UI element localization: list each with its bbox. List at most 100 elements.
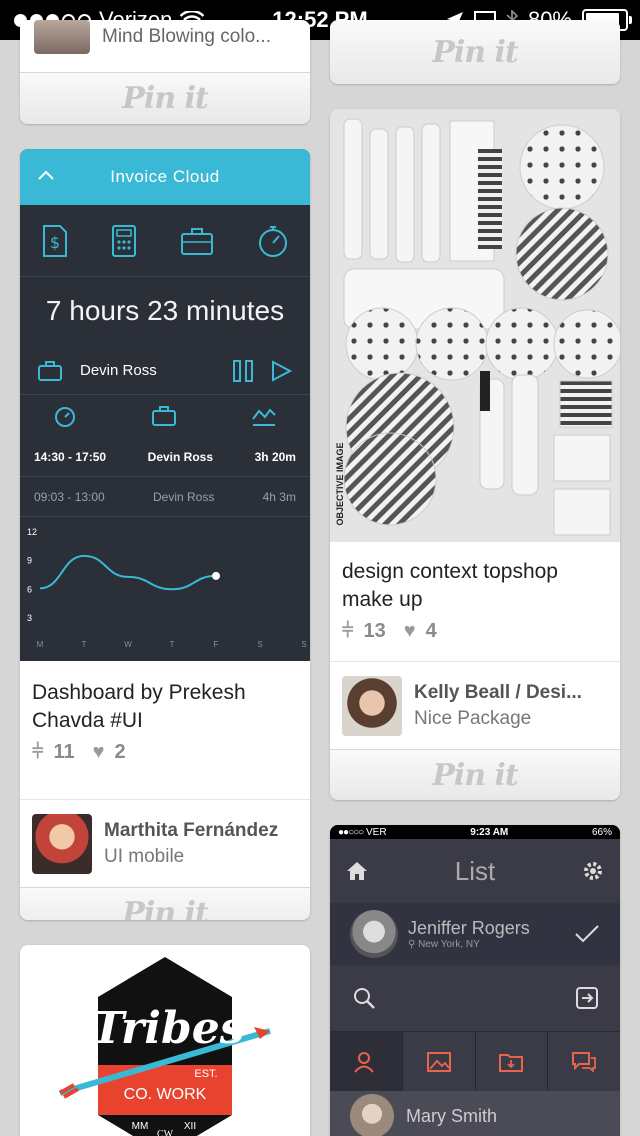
pin-description: Dashboard by Prekesh Chavda #UI — [32, 681, 246, 732]
repin-count: 11 — [53, 741, 75, 763]
svg-text:CW: CW — [157, 1129, 174, 1136]
svg-text:EST.: EST. — [194, 1068, 217, 1080]
chevron-up-icon — [38, 170, 54, 180]
checkmark-icon[interactable] — [574, 924, 600, 944]
like-count: 2 — [114, 741, 126, 763]
y-tick-label: 3 — [27, 613, 32, 623]
active-user-name: Devin Ross — [80, 362, 157, 379]
list-actions-row — [330, 965, 620, 1031]
avatar — [350, 1094, 394, 1136]
entry-name: Devin Ross — [153, 489, 215, 504]
pin-caption: Mind Blowing colo... — [102, 26, 271, 47]
pinner-name[interactable]: Kelly Beall / Desi... — [414, 682, 604, 704]
pin-it-button[interactable]: Pin it — [20, 72, 310, 124]
time-entry-row[interactable]: 14:30 - 17:50 Devin Ross 3h 20m — [20, 437, 310, 477]
x-tick-label: F — [214, 640, 219, 649]
tab-contacts[interactable] — [330, 1032, 403, 1091]
x-tick-label: T — [170, 640, 175, 649]
gear-icon — [584, 862, 602, 880]
export-icon[interactable] — [576, 987, 598, 1009]
person-name: Jeniffer Rogers — [408, 918, 530, 938]
entry-duration: 3h 20m — [254, 449, 296, 464]
play-icon — [272, 359, 292, 382]
search-icon[interactable] — [352, 986, 376, 1010]
x-tick-label: W — [124, 640, 132, 649]
x-tick-label: S — [301, 640, 306, 649]
active-timer-row: Devin Ross — [20, 347, 310, 395]
briefcase-icon — [38, 360, 62, 381]
list-title: List — [454, 855, 496, 886]
stopwatch-icon — [55, 407, 75, 427]
entry-duration: 4h 3m — [262, 489, 296, 504]
avatar — [34, 20, 90, 54]
pin-it-button[interactable]: Pin it — [20, 887, 310, 920]
list-person-row[interactable]: Mary Smith — [330, 1091, 620, 1136]
location-pin-icon: ⚲ — [408, 939, 416, 950]
total-time: 7 hours 23 minutes — [45, 295, 285, 326]
svg-text:MM: MM — [132, 1121, 149, 1132]
tab-folders[interactable] — [476, 1032, 549, 1091]
y-tick-label: 9 — [27, 556, 32, 566]
heart-icon: ♥ — [403, 620, 416, 642]
board-name[interactable]: Nice Package — [414, 708, 604, 730]
pin-card-list-app[interactable]: ●●○○○ VER 9:23 AM 66% List Jeniffer Roge… — [330, 825, 620, 1136]
home-icon — [347, 862, 367, 880]
tribes-script-logo: Tribes — [92, 1003, 245, 1054]
pin-card-partial-left[interactable]: Mind Blowing colo... Pin it — [20, 20, 310, 124]
tribes-logo: Tribes EST. CO. WORK MM CW XII — [59, 957, 271, 1136]
briefcase-icon — [152, 406, 176, 426]
folder-icon — [499, 1053, 524, 1072]
avatar — [350, 910, 398, 958]
image-credit: OBJECTIVE IMAGE — [335, 442, 345, 526]
calculator-icon — [111, 224, 136, 257]
pause-icon — [233, 359, 253, 382]
pin-card-tribes[interactable]: Tribes EST. CO. WORK MM CW XII — [20, 945, 310, 1136]
list-app-statusbar: ●●○○○ VER 9:23 AM 66% — [330, 825, 620, 839]
person-name: Mary Smith — [406, 1105, 498, 1126]
svg-text:$: $ — [49, 233, 59, 252]
x-tick-label: M — [37, 640, 44, 649]
list-tabbar — [330, 1031, 620, 1091]
repin-icon: ⫩ — [342, 620, 354, 642]
repin-count: 13 — [363, 620, 386, 642]
pin-card-dashboard[interactable]: Invoice Cloud $ 7 hours 23 minutes Devin… — [20, 149, 310, 920]
makeup-image[interactable]: OBJECTIVE IMAGE — [330, 109, 620, 542]
pin-description: design context topshop make up — [342, 560, 558, 611]
heart-icon: ♥ — [92, 741, 105, 763]
briefcase-icon — [180, 227, 213, 255]
data-point — [212, 571, 220, 580]
user-check-icon — [354, 1051, 374, 1073]
hours-line-chart: 12 9 6 3 M T W T F S S — [27, 527, 307, 649]
y-tick-label: 12 — [27, 527, 37, 537]
pin-it-button[interactable]: Pin it — [330, 749, 620, 800]
x-tick-label: T — [82, 640, 87, 649]
image-icon — [426, 1051, 451, 1072]
entry-name: Devin Ross — [147, 449, 214, 464]
avatar — [32, 813, 92, 874]
svg-text:XII: XII — [184, 1121, 196, 1132]
pin-card-partial-right[interactable]: Pin it — [330, 20, 620, 84]
pinner-row[interactable]: Kelly Beall / Desi... Nice Package — [330, 661, 620, 749]
time-entry-row[interactable]: 09:03 - 13:00 Devin Ross 4h 3m — [20, 477, 310, 517]
hours-chart: 12 9 6 3 M T W T F S S — [20, 517, 310, 665]
dashboard-header: Invoice Cloud — [20, 149, 310, 205]
pin-stats: ⫩ 13 ♥ 4 — [330, 614, 620, 643]
tab-images[interactable] — [403, 1032, 476, 1091]
column-icons — [20, 395, 310, 437]
series-line — [39, 554, 217, 591]
stopwatch-icon — [258, 225, 287, 257]
board-name[interactable]: UI mobile — [104, 846, 278, 868]
tab-messages[interactable] — [548, 1032, 620, 1091]
trend-icon — [252, 408, 276, 426]
list-person-row[interactable]: Jeniffer Rogers ⚲ New York, NY — [330, 903, 620, 965]
like-count: 4 — [425, 620, 437, 642]
pinner-name[interactable]: Marthita Fernández — [104, 820, 278, 842]
pin-card-makeup[interactable]: OBJECTIVE IMAGE design context topshop m… — [330, 109, 620, 800]
dashboard-image[interactable]: Invoice Cloud $ 7 hours 23 minutes Devin… — [20, 149, 310, 661]
pinner-row[interactable]: Marthita Fernández UI mobile — [20, 799, 310, 887]
makeup-photo — [330, 109, 620, 542]
avatar — [342, 675, 402, 736]
svg-text:CO. WORK: CO. WORK — [124, 1086, 207, 1103]
x-tick-label: S — [257, 640, 262, 649]
pin-it-button[interactable]: Pin it — [330, 20, 620, 84]
